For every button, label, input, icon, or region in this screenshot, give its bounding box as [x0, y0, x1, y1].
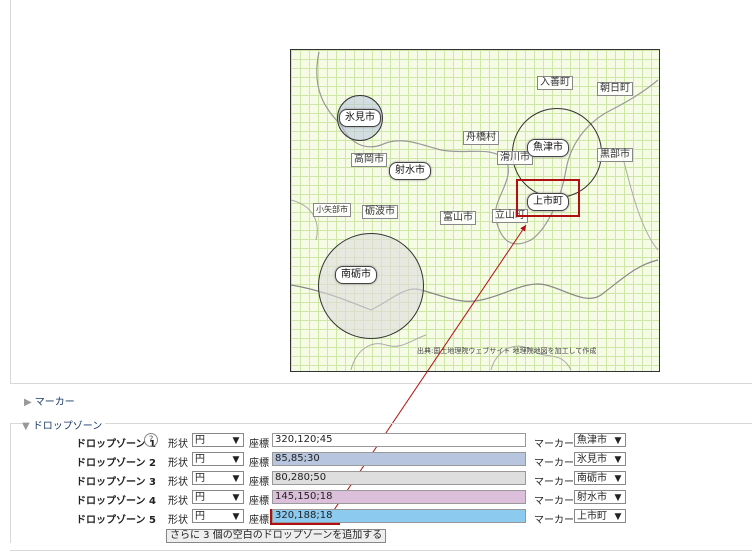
- shape-select[interactable]: 円 ▼: [192, 452, 244, 466]
- chevron-down-icon: ▼: [232, 474, 240, 484]
- dropzone-row: ドロップゾーン 2 形状円 ▼ 座標 85,85;30 マーカー 氷見市 ▼: [0, 452, 752, 469]
- dropzone-label: ドロップゾーン 4: [76, 496, 156, 507]
- marker-hitsi[interactable]: 氷見市: [339, 109, 381, 127]
- city-label: 高岡市: [351, 153, 387, 167]
- background-map: 入善町 朝日町 舟橋村 黒部市 滑川市 高岡市 小矢部市 砺波市 富山市 立山町…: [290, 49, 660, 372]
- add-dropzones-button[interactable]: さらに 3 個の空白のドロップゾーンを追加する: [166, 529, 387, 543]
- shape-select-value: 円: [195, 473, 205, 484]
- shape-select-value: 円: [195, 511, 205, 522]
- content-frame-left: [10, 0, 11, 384]
- dropzone-label: ドロップゾーン 2: [76, 458, 156, 469]
- dropzone-label: ドロップゾーン 5: [76, 515, 156, 526]
- city-label: 小矢部市: [313, 203, 351, 217]
- marker-select[interactable]: 南砺市 ▼: [574, 471, 626, 485]
- dropzone-row: ドロップゾーン 4 形状円 ▼ 座標 145,150;18 マーカー 射水市 ▼: [0, 490, 752, 507]
- shape-label: 形状: [168, 515, 188, 526]
- dropzone-row: ドロップゾーン 3 形状円 ▼ 座標 80,280;50 マーカー 南砺市 ▼: [0, 471, 752, 488]
- marker-label: マーカー: [534, 477, 574, 488]
- marker-select[interactable]: 氷見市 ▼: [574, 452, 626, 466]
- marker-label: マーカー: [534, 515, 574, 526]
- marker-select-value: 上市町: [577, 511, 607, 522]
- triangle-right-icon: ▶: [24, 397, 32, 408]
- coord-label: 座標: [249, 496, 269, 507]
- coord-input[interactable]: 320,188;18: [272, 509, 526, 523]
- shape-label: 形状: [168, 458, 188, 469]
- coord-input[interactable]: 145,150;18: [272, 490, 526, 504]
- marker-select-value: 氷見市: [577, 454, 607, 465]
- chevron-down-icon: ▼: [232, 455, 240, 465]
- drop-zone-circle-tonami: [318, 233, 424, 339]
- shape-select[interactable]: 円 ▼: [192, 490, 244, 504]
- shape-label: 形状: [168, 439, 188, 450]
- dropzones-fieldset-border: [10, 423, 752, 424]
- shape-select[interactable]: 円 ▼: [192, 471, 244, 485]
- triangle-down-icon: ▼: [22, 421, 30, 432]
- city-label: 黒部市: [597, 148, 633, 162]
- coord-input[interactable]: 80,280;50: [272, 471, 526, 485]
- chevron-down-icon: ▼: [232, 436, 240, 446]
- dropzones-section-toggle[interactable]: ▼ ドロップゾーン: [22, 417, 106, 432]
- shape-select-value: 円: [195, 435, 205, 446]
- map-credit: 出典:国土地理院ウェブサイト 地理院地図を加工して作成: [417, 347, 597, 355]
- marker-label: マーカー: [534, 439, 574, 450]
- dropzone-label: ドロップゾーン 3: [76, 477, 156, 488]
- chevron-down-icon: ▼: [614, 493, 622, 503]
- dropzones-section-label: ドロップゾーン: [32, 421, 103, 432]
- shape-select-value: 円: [195, 454, 205, 465]
- shape-label: 形状: [168, 496, 188, 507]
- shape-label: 形状: [168, 477, 188, 488]
- chevron-down-icon: ▼: [614, 512, 622, 522]
- marker-select-value: 南砺市: [577, 473, 607, 484]
- coord-input[interactable]: 85,85;30: [272, 452, 526, 466]
- marker-select[interactable]: 上市町 ▼: [574, 509, 626, 523]
- shape-select[interactable]: 円 ▼: [192, 509, 244, 523]
- marker-uozu[interactable]: 魚津市: [527, 139, 569, 157]
- marker-select[interactable]: 射水市 ▼: [574, 490, 626, 504]
- chevron-down-icon: ▼: [614, 474, 622, 484]
- coord-input[interactable]: 320,120;45: [272, 433, 526, 447]
- city-label: 砺波市: [362, 205, 398, 219]
- coord-label: 座標: [249, 477, 269, 488]
- city-label: 朝日町: [597, 82, 633, 96]
- city-label: 舟橋村: [463, 131, 499, 145]
- marker-select-value: 魚津市: [577, 435, 607, 446]
- highlight-box-map: [516, 179, 580, 217]
- coord-label: 座標: [249, 439, 269, 450]
- help-icon[interactable]: ?: [144, 433, 158, 447]
- chevron-down-icon: ▼: [614, 436, 622, 446]
- dropzone-row: ドロップゾーン 5 形状円 ▼ 座標 320,188;18 マーカー 上市町 ▼: [0, 509, 752, 526]
- coord-label: 座標: [249, 515, 269, 526]
- marker-imizu[interactable]: 射水市: [389, 162, 431, 180]
- markers-section-label: マーカー: [34, 397, 75, 408]
- shape-select-value: 円: [195, 492, 205, 503]
- shape-select[interactable]: 円 ▼: [192, 433, 244, 447]
- coord-label: 座標: [249, 458, 269, 469]
- markers-section-toggle[interactable]: ▶ マーカー: [24, 393, 75, 408]
- dropzone-row: ドロップゾーン 1? 形状円 ▼ 座標 320,120;45 マーカー 魚津市 ▼: [0, 433, 752, 450]
- chevron-down-icon: ▼: [614, 455, 622, 465]
- marker-label: マーカー: [534, 496, 574, 507]
- marker-select[interactable]: 魚津市 ▼: [574, 433, 626, 447]
- city-label: 富山市: [440, 211, 476, 225]
- content-frame-divider: [10, 383, 752, 384]
- section-divider: [10, 550, 752, 551]
- marker-label: マーカー: [534, 458, 574, 469]
- chevron-down-icon: ▼: [232, 493, 240, 503]
- marker-tonami[interactable]: 南砺市: [335, 266, 377, 284]
- chevron-down-icon: ▼: [232, 512, 240, 522]
- marker-select-value: 射水市: [577, 492, 607, 503]
- city-label: 入善町: [537, 76, 573, 90]
